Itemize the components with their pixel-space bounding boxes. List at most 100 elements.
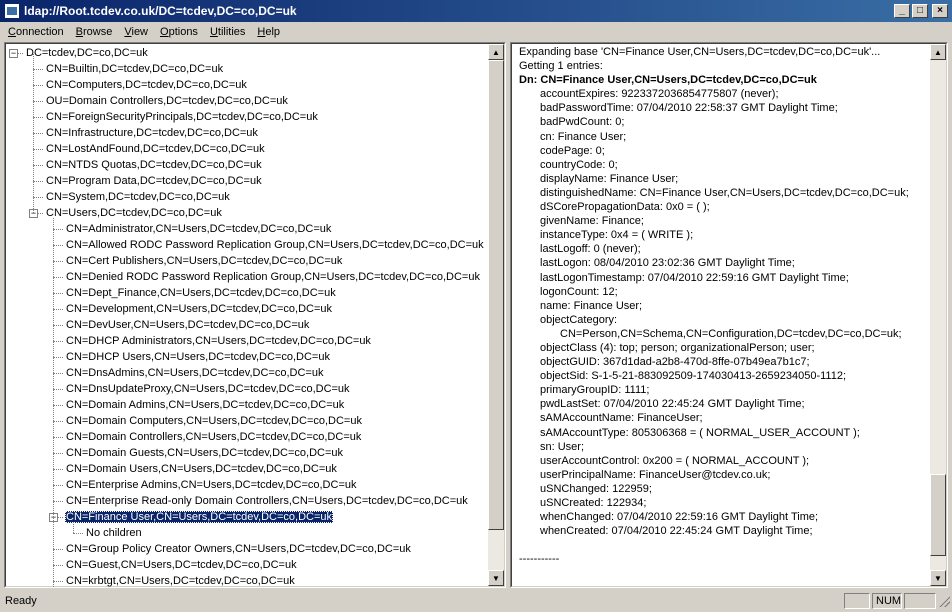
tree-scrollbar[interactable]: ▲ ▼ — [488, 44, 504, 586]
tree-node-label: CN=Domain Users,CN=Users,DC=tcdev,DC=co,… — [66, 463, 337, 475]
tree-pane[interactable]: − DC=tcdev,DC=co,DC=uk CN=Builtin,DC=tcdev… — [4, 42, 506, 588]
menu-mnemonic: U — [209, 25, 218, 38]
menu-item[interactable]: Browse — [70, 26, 119, 38]
tree-node[interactable]: CN=DHCP Administrators,CN=Users,DC=tcdev… — [65, 333, 372, 349]
title-bar: ldap://Root.tcdev.co.uk/DC=tcdev,DC=co,D… — [0, 0, 952, 22]
menu-item[interactable]: Help — [251, 26, 286, 38]
tree-node-label: CN=Cert Publishers,CN=Users,DC=tcdev,DC=… — [66, 255, 343, 267]
minimize-button[interactable]: _ — [894, 4, 910, 18]
menu-mnemonic: V — [124, 25, 132, 38]
tree-connector — [73, 522, 74, 533]
tree-node[interactable]: CN=Builtin,DC=tcdev,DC=co,DC=uk — [45, 61, 224, 77]
tree-node[interactable]: CN=ForeignSecurityPrincipals,DC=tcdev,DC… — [45, 109, 319, 125]
output-line: CN=Person,CN=Schema,CN=Configuration,DC=… — [560, 327, 902, 340]
output-line: badPwdCount: 0; — [540, 116, 625, 129]
tree-node[interactable]: CN=Domain Computers,CN=Users,DC=tcdev,DC… — [65, 413, 363, 429]
status-cell-num: NUM — [872, 593, 902, 609]
resize-grip[interactable] — [938, 595, 950, 607]
output-line: uSNCreated: 122934; — [540, 497, 647, 509]
tree-node[interactable]: CN=Cert Publishers,CN=Users,DC=tcdev,DC=… — [65, 253, 343, 269]
tree-node[interactable]: CN=Group Policy Creator Owners,CN=Users,… — [65, 541, 412, 557]
tree-node[interactable]: CN=krbtgt,CN=Users,DC=tcdev,DC=co,DC=uk — [65, 573, 296, 587]
tree-node[interactable]: CN=LostAndFound,DC=tcdev,DC=co,DC=uk — [45, 141, 266, 157]
tree-connector — [53, 549, 63, 550]
tree-node[interactable]: CN=Guest,CN=Users,DC=tcdev,DC=co,DC=uk — [65, 557, 298, 573]
output-line: codePage: 0; — [540, 144, 605, 157]
tree-node-label: CN=Domain Controllers,CN=Users,DC=tcdev,… — [66, 431, 362, 443]
close-button[interactable]: × — [932, 4, 948, 18]
menu-label: rowse — [83, 25, 113, 38]
tree-connector — [33, 117, 43, 118]
tree-node[interactable]: OU=Domain Controllers,DC=tcdev,DC=co,DC=… — [45, 93, 289, 109]
output-scrollbar[interactable]: ▲ ▼ — [930, 44, 946, 586]
tree-connector — [33, 101, 43, 102]
tree-node-users[interactable]: CN=Users,DC=tcdev,DC=co,DC=uk — [45, 205, 223, 221]
tree-node-label: CN=Enterprise Read-only Domain Controlle… — [66, 495, 468, 507]
output-line: sAMAccountType: 805306368 = ( NORMAL_USE… — [540, 426, 860, 439]
menu-item[interactable]: View — [118, 26, 154, 38]
tree-node[interactable]: CN=Infrastructure,DC=tcdev,DC=co,DC=uk — [45, 125, 259, 141]
tree-node[interactable]: CN=Allowed RODC Password Replication Gro… — [65, 237, 485, 253]
tree-connector — [33, 165, 43, 166]
tree-node[interactable]: CN=System,DC=tcdev,DC=co,DC=uk — [45, 189, 231, 205]
output-line: objectCategory: — [540, 313, 618, 326]
output-line: dSCorePropagationData: 0x0 = ( ); — [540, 201, 710, 214]
tree-node-selected[interactable]: CN=Finance User,CN=Users,DC=tcdev,DC=co,… — [65, 509, 334, 525]
status-cell-1 — [844, 593, 870, 609]
scroll-thumb[interactable] — [930, 474, 946, 556]
menu-label: elp — [265, 25, 281, 38]
tree-connector — [33, 133, 43, 134]
scroll-down-button[interactable]: ▼ — [488, 570, 504, 586]
menu-label: iew — [131, 25, 149, 38]
scroll-up-button[interactable]: ▲ — [930, 44, 946, 60]
tree-node-label: CN=Administrator,CN=Users,DC=tcdev,DC=co… — [66, 223, 332, 235]
tree-node-label: CN=Domain Admins,CN=Users,DC=tcdev,DC=co… — [66, 399, 345, 411]
menu-item[interactable]: Options — [154, 26, 204, 38]
menu-label: ptions — [168, 25, 198, 38]
tree-node[interactable]: CN=DnsUpdateProxy,CN=Users,DC=tcdev,DC=c… — [65, 381, 351, 397]
tree-node-label: CN=Development,CN=Users,DC=tcdev,DC=co,D… — [66, 303, 333, 315]
tree-node[interactable]: CN=Denied RODC Password Replication Grou… — [65, 269, 481, 285]
output-line: objectGUID: 367d1dad-a2b8-470d-8ffe-07b4… — [540, 356, 810, 369]
menu-item[interactable]: Utilities — [204, 26, 251, 38]
tree-node[interactable]: CN=Domain Controllers,CN=Users,DC=tcdev,… — [65, 429, 362, 445]
menu-item[interactable]: Connection — [2, 26, 70, 38]
status-text: Ready — [5, 595, 37, 607]
scroll-down-button[interactable]: ▼ — [930, 570, 946, 586]
output-line: userPrincipalName: FinanceUser@tcdev.co.… — [540, 468, 771, 481]
tree-connector — [33, 197, 43, 198]
scroll-thumb[interactable] — [488, 60, 504, 530]
tree-node[interactable]: CN=Development,CN=Users,DC=tcdev,DC=co,D… — [65, 301, 333, 317]
tree-node-label: DC=tcdev,DC=co,DC=uk — [26, 47, 148, 59]
tree-node[interactable]: CN=Program Data,DC=tcdev,DC=co,DC=uk — [45, 173, 263, 189]
tree-node-label: CN=Domain Guests,CN=Users,DC=tcdev,DC=co… — [66, 447, 344, 459]
tree-node[interactable]: CN=Enterprise Admins,CN=Users,DC=tcdev,D… — [65, 477, 357, 493]
collapse-toggle-icon[interactable]: − — [9, 49, 18, 58]
tree-node[interactable]: CN=DHCP Users,CN=Users,DC=tcdev,DC=co,DC… — [65, 349, 331, 365]
scroll-up-button[interactable]: ▲ — [488, 44, 504, 60]
tree-node-label: CN=Group Policy Creator Owners,CN=Users,… — [66, 543, 411, 555]
tree-node[interactable]: CN=NTDS Quotas,DC=tcdev,DC=co,DC=uk — [45, 157, 263, 173]
tree-node[interactable]: CN=Domain Admins,CN=Users,DC=tcdev,DC=co… — [65, 397, 345, 413]
tree-connector — [53, 501, 63, 502]
tree-node[interactable]: CN=Administrator,CN=Users,DC=tcdev,DC=co… — [65, 221, 332, 237]
maximize-button[interactable]: □ — [912, 4, 928, 18]
tree-node[interactable]: CN=DevUser,CN=Users,DC=tcdev,DC=co,DC=uk — [65, 317, 310, 333]
tree-node[interactable]: CN=DnsAdmins,CN=Users,DC=tcdev,DC=co,DC=… — [65, 365, 324, 381]
tree-node-label: CN=NTDS Quotas,DC=tcdev,DC=co,DC=uk — [46, 159, 262, 171]
tree-node-no-children[interactable]: No children — [85, 525, 143, 541]
ldp-app-icon[interactable] — [4, 3, 20, 19]
tree-node-root[interactable]: DC=tcdev,DC=co,DC=uk — [25, 45, 149, 61]
output-pane[interactable]: Expanding base 'CN=Finance User,CN=Users… — [510, 42, 948, 588]
tree-connector — [53, 277, 63, 278]
tree-node[interactable]: CN=Domain Guests,CN=Users,DC=tcdev,DC=co… — [65, 445, 344, 461]
tree-node[interactable]: CN=Domain Users,CN=Users,DC=tcdev,DC=co,… — [65, 461, 338, 477]
output-dn-line: Dn: CN=Finance User,CN=Users,DC=tcdev,DC… — [519, 74, 817, 87]
output-line: pwdLastSet: 07/04/2010 22:45:24 GMT Dayl… — [540, 398, 805, 411]
output-line: objectClass (4): top; person; organizati… — [540, 341, 815, 354]
tree-node[interactable]: CN=Enterprise Read-only Domain Controlle… — [65, 493, 469, 509]
ldap-tree[interactable]: − DC=tcdev,DC=co,DC=uk CN=Builtin,DC=tcdev… — [7, 45, 487, 587]
tree-connector — [53, 421, 63, 422]
tree-node[interactable]: CN=Computers,DC=tcdev,DC=co,DC=uk — [45, 77, 248, 93]
tree-node[interactable]: CN=Dept_Finance,CN=Users,DC=tcdev,DC=co,… — [65, 285, 337, 301]
